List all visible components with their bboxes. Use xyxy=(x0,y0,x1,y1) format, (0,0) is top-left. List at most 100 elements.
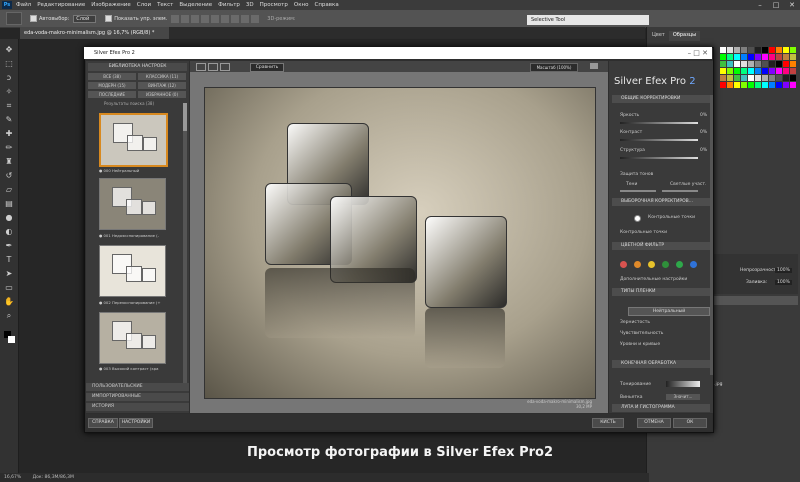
swatch[interactable] xyxy=(776,82,782,88)
menu-window[interactable]: Окно xyxy=(294,2,309,8)
crop-icon[interactable]: ⌗ xyxy=(4,101,14,111)
swatch[interactable] xyxy=(720,68,726,74)
section-global-adjustments[interactable]: ОБЩИЕ КОРРЕКТИРОВКИ xyxy=(612,95,710,103)
swatch[interactable] xyxy=(783,68,789,74)
swatch[interactable] xyxy=(727,47,733,53)
opacity-input[interactable]: 100% xyxy=(775,268,792,273)
settings-button[interactable]: НАСТРОЙКИ xyxy=(119,418,153,428)
marquee-icon[interactable]: ⬚ xyxy=(4,59,14,69)
swatch[interactable] xyxy=(727,75,733,81)
distribute-2-icon[interactable] xyxy=(241,14,250,23)
swatch[interactable] xyxy=(769,82,775,88)
swatch[interactable] xyxy=(783,47,789,53)
swatch[interactable] xyxy=(790,61,796,67)
preset-thumb[interactable] xyxy=(99,245,166,297)
film-type-select[interactable]: Нейтральный xyxy=(628,307,710,316)
background-color-icon[interactable] xyxy=(8,336,15,343)
swatch[interactable] xyxy=(748,82,754,88)
contrast-slider[interactable] xyxy=(620,139,698,141)
menu-help[interactable]: Справка xyxy=(314,2,338,8)
pen-icon[interactable]: ✒ xyxy=(4,241,14,251)
stamp-icon[interactable]: ♜ xyxy=(4,157,14,167)
align-bottom-icon[interactable] xyxy=(191,14,200,23)
move-tool-icon[interactable] xyxy=(6,12,22,25)
close-button[interactable]: ✕ xyxy=(784,1,800,9)
swatch-grid[interactable] xyxy=(720,47,800,95)
swatch[interactable] xyxy=(734,75,740,81)
swatch[interactable] xyxy=(783,54,789,60)
menu-image[interactable]: Изображение xyxy=(91,2,131,8)
swatch[interactable] xyxy=(762,68,768,74)
swatch[interactable] xyxy=(776,68,782,74)
swatch[interactable] xyxy=(748,68,754,74)
section-history[interactable]: ИСТОРИЯ xyxy=(86,403,189,411)
color-filter-dot[interactable] xyxy=(690,261,697,268)
brush-button[interactable]: КИСТЬ xyxy=(592,418,624,428)
control-points-list[interactable]: Контрольные точки xyxy=(620,230,667,235)
preset-thumb[interactable] xyxy=(99,312,166,364)
color-filter-dot[interactable] xyxy=(634,261,641,268)
efex-window-controls[interactable]: – □ ✕ xyxy=(688,47,708,59)
swatch[interactable] xyxy=(741,68,747,74)
section-selective-adjustments[interactable]: ВЫБОРОЧНАЯ КОРРЕКТИРОВ... xyxy=(612,198,710,206)
swatch[interactable] xyxy=(755,82,761,88)
swatch[interactable] xyxy=(741,61,747,67)
brush-icon[interactable]: ✏ xyxy=(4,143,14,153)
swatch[interactable] xyxy=(776,75,782,81)
filter-settings-label[interactable]: Дополнительные настройки xyxy=(620,277,687,282)
menu-select[interactable]: Выделение xyxy=(179,2,212,8)
gradient-icon[interactable]: ▤ xyxy=(4,199,14,209)
vignette-label[interactable]: Виньетка xyxy=(620,395,642,400)
swatch[interactable] xyxy=(720,61,726,67)
swatch[interactable] xyxy=(790,54,796,60)
blur-icon[interactable]: ● xyxy=(4,213,14,223)
swatch[interactable] xyxy=(755,61,761,67)
adjustments-scrollbar[interactable] xyxy=(710,95,713,375)
move-icon[interactable]: ✥ xyxy=(4,45,14,55)
document-tab[interactable]: eda-voda-makro-minimalism.jpg @ 16,7% (R… xyxy=(20,27,169,39)
help-button[interactable]: СПРАВКА xyxy=(88,418,118,428)
swatch[interactable] xyxy=(790,68,796,74)
wand-icon[interactable]: ✧ xyxy=(4,87,14,97)
color-filter-dot[interactable] xyxy=(620,261,627,268)
highlights-slider[interactable] xyxy=(662,190,698,192)
toning-preview[interactable] xyxy=(666,381,700,387)
swatch[interactable] xyxy=(720,54,726,60)
cancel-button[interactable]: ОТМЕНА xyxy=(637,418,671,428)
healing-icon[interactable]: ✚ xyxy=(4,129,14,139)
swatch[interactable] xyxy=(776,61,782,67)
align-right-icon[interactable] xyxy=(221,14,230,23)
eyedropper-icon[interactable]: ✎ xyxy=(4,115,14,125)
autoselect-checkbox[interactable] xyxy=(30,15,37,22)
eraser-icon[interactable]: ▱ xyxy=(4,185,14,195)
swatch[interactable] xyxy=(790,82,796,88)
swatch[interactable] xyxy=(727,68,733,74)
swatch[interactable] xyxy=(769,68,775,74)
lasso-icon[interactable]: ↄ xyxy=(4,73,14,83)
swatch[interactable] xyxy=(755,68,761,74)
library-header[interactable]: БИБЛИОТЕКА НАСТРОЕК xyxy=(88,63,187,71)
swatch[interactable] xyxy=(720,47,726,53)
swatch[interactable] xyxy=(748,54,754,60)
swatch[interactable] xyxy=(741,47,747,53)
history-brush-icon[interactable]: ↺ xyxy=(4,171,14,181)
grain-label[interactable]: Зернистость xyxy=(620,320,650,325)
photo-preview[interactable] xyxy=(204,87,596,399)
swatch[interactable] xyxy=(734,61,740,67)
swatch[interactable] xyxy=(762,75,768,81)
align-top-icon[interactable] xyxy=(171,14,180,23)
menu-file[interactable]: Файл xyxy=(16,2,31,8)
swatch[interactable] xyxy=(755,47,761,53)
tab-swatches[interactable]: Образцы xyxy=(668,31,701,41)
type-icon[interactable]: T xyxy=(4,255,14,265)
brightness-slider[interactable] xyxy=(620,122,698,124)
swatch[interactable] xyxy=(783,82,789,88)
swatch[interactable] xyxy=(748,75,754,81)
swatch[interactable] xyxy=(762,61,768,67)
maximize-button[interactable]: □ xyxy=(768,1,784,9)
category-vintage[interactable]: ВИНТАЖ (12) xyxy=(138,82,186,89)
swatch[interactable] xyxy=(769,75,775,81)
category-modern[interactable]: МОДЕРН (15) xyxy=(88,82,136,89)
vignette-select[interactable]: Значит... xyxy=(666,394,700,400)
section-finishing[interactable]: КОНЕЧНАЯ ОБРАБОТКА xyxy=(612,360,710,368)
